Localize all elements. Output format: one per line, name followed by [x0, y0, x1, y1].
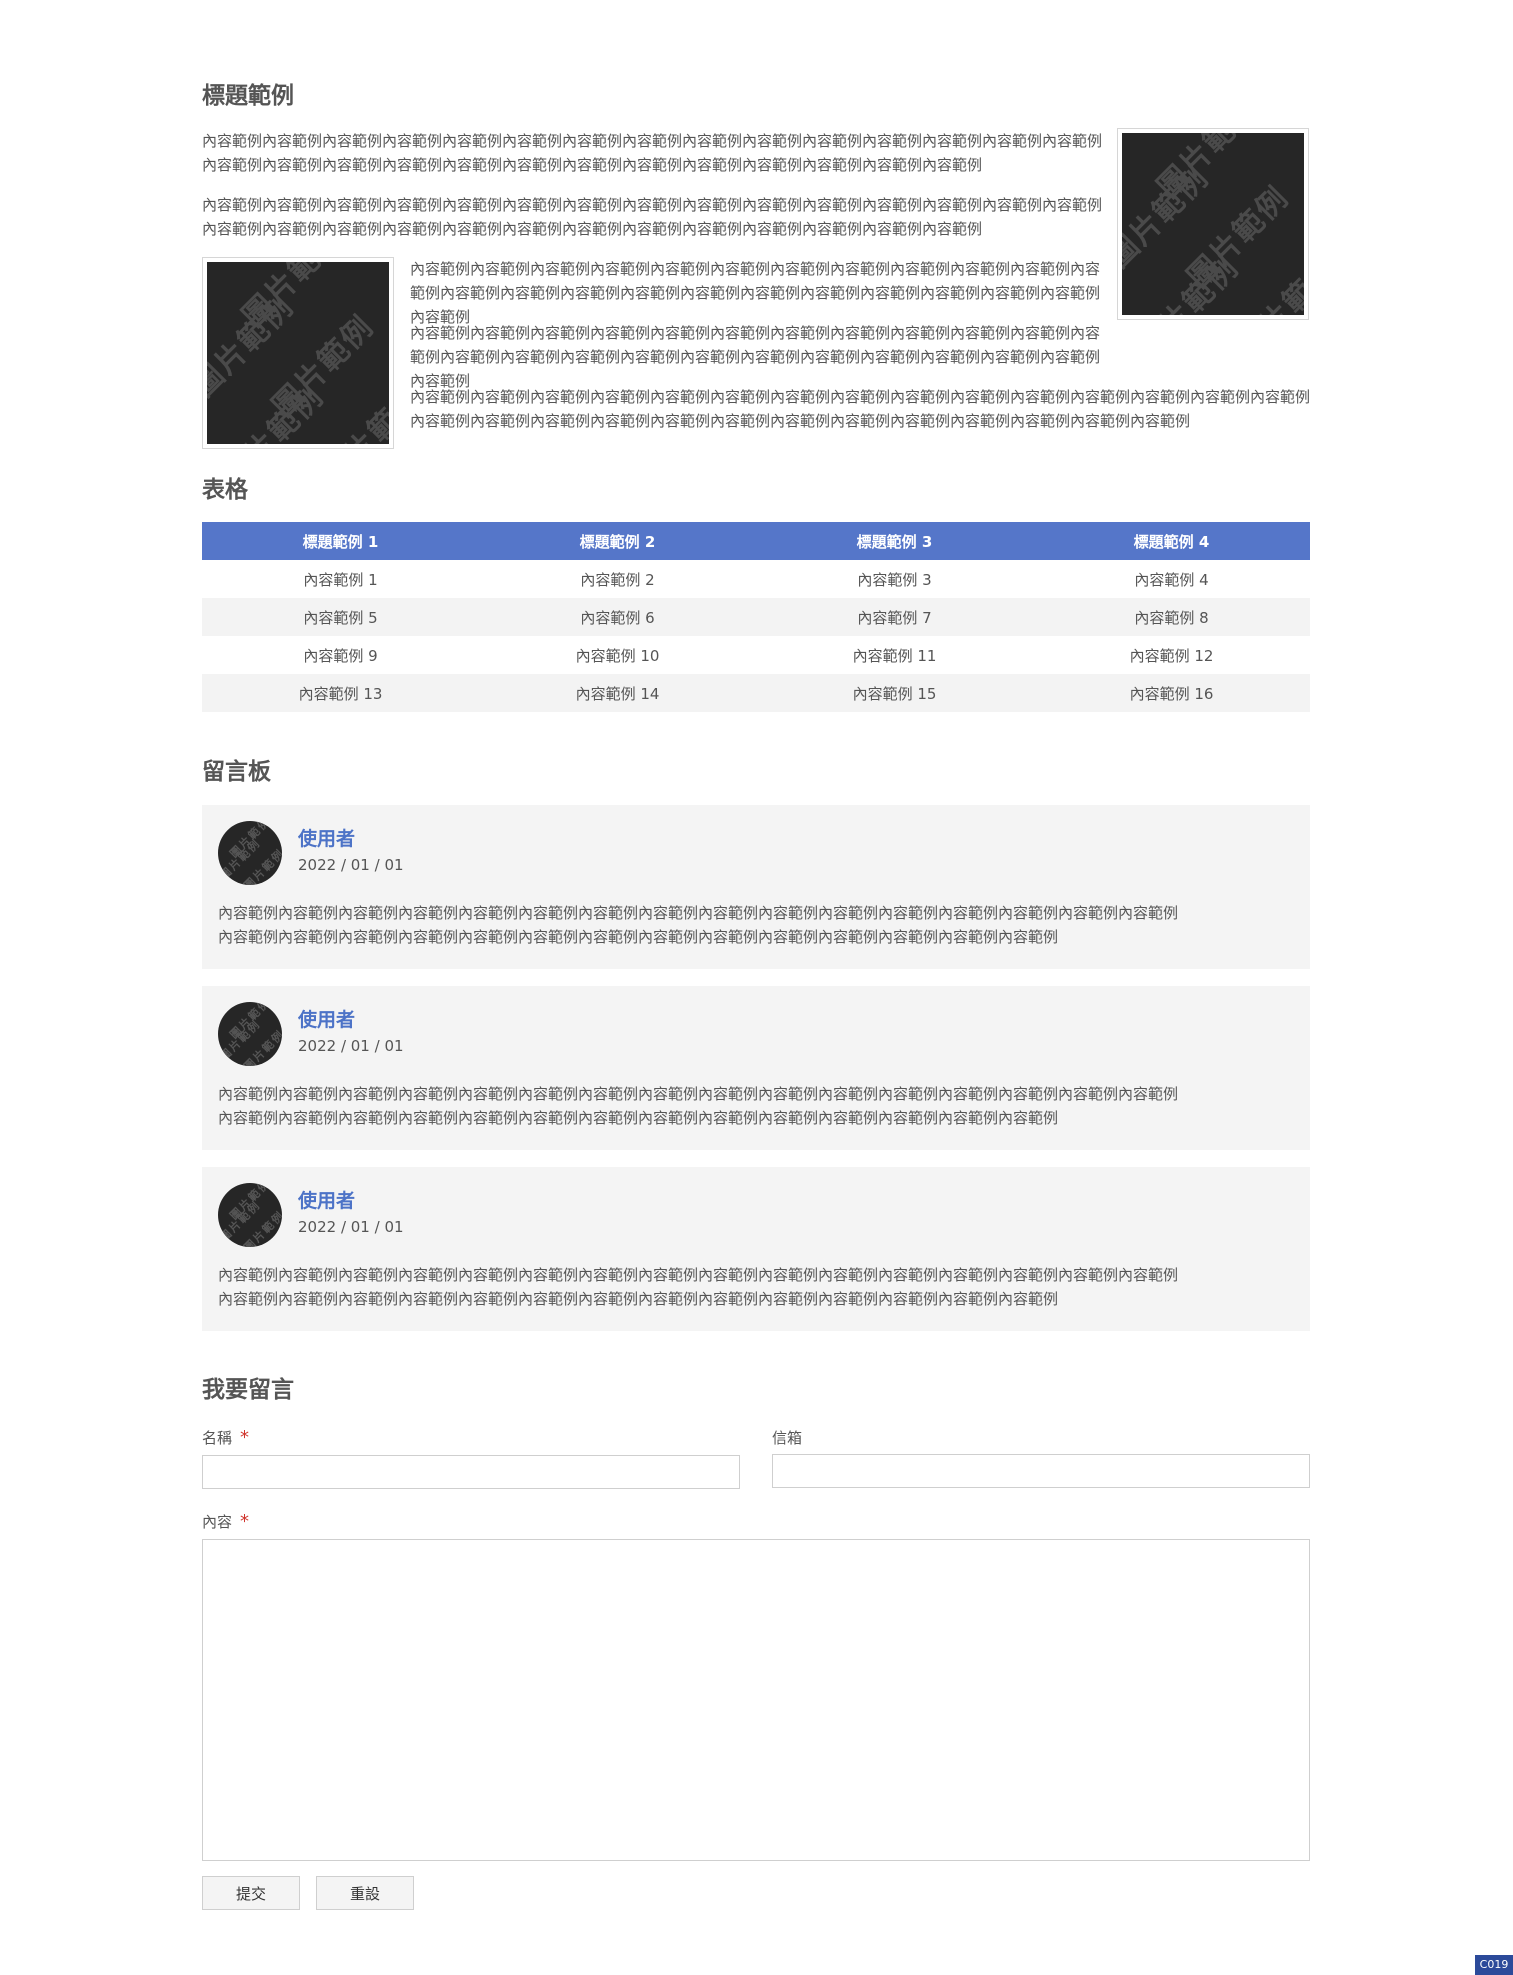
table-cell: 內容範例 9: [303, 646, 378, 665]
article-paragraph: 內容範例內容範例內容範例內容範例內容範例內容範例內容範例內容範例內容範例內容範例…: [410, 260, 1101, 326]
article-paragraph: 內容範例內容範例內容範例內容範例內容範例內容範例內容範例內容範例內容範例內容範例…: [410, 324, 1101, 390]
email-label-text: 信箱: [772, 1429, 803, 1447]
comment-date: 2022 / 01 / 01: [298, 856, 404, 874]
name-label-text: 名稱: [202, 1429, 233, 1447]
reset-button[interactable]: 重設: [316, 1876, 414, 1910]
table-cell: 內容範例 4: [1134, 570, 1209, 589]
required-mark: *: [240, 1511, 250, 1532]
submit-button[interactable]: 提交: [202, 1876, 300, 1910]
comment-text: 內容範例內容範例內容範例內容範例內容範例內容範例內容範例內容範例內容範例內容範例…: [218, 904, 1179, 946]
table-cell: 內容範例 6: [479, 598, 756, 636]
table-header-cell: 標題範例 2: [479, 522, 756, 560]
comment-text: 內容範例內容範例內容範例內容範例內容範例內容範例內容範例內容範例內容範例內容範例…: [218, 1266, 1179, 1308]
table-cell: 內容範例 15: [756, 674, 1033, 712]
table-cell: 內容範例 2: [580, 570, 655, 589]
comment-username[interactable]: 使用者: [298, 1005, 355, 1032]
table-cell: 內容範例 14: [479, 674, 756, 712]
content-textarea[interactable]: [202, 1539, 1310, 1861]
comment-card: 圖片範例 圖片範例 圖片範例 使用者 2022 / 01 / 01 內容範例內容…: [202, 986, 1310, 1150]
table-cell: 內容範例 5: [202, 598, 479, 636]
table-header-row: 標題範例 1 標題範例 2 標題範例 3 標題範例 4: [202, 522, 1310, 560]
table-row: 內容範例 13 內容範例 14 內容範例 15 內容範例 16: [202, 674, 1310, 712]
name-label: 名稱 *: [202, 1427, 249, 1448]
table-cell: 內容範例 3: [857, 570, 932, 589]
table-cell: 內容範例 10: [575, 646, 660, 665]
comment-card: 圖片範例 圖片範例 圖片範例 使用者 2022 / 01 / 01 內容範例內容…: [202, 805, 1310, 969]
image-placeholder: 圖片範例 圖片範例 圖片範例 圖片範例 圖片範例: [207, 262, 389, 444]
avatar: 圖片範例 圖片範例 圖片範例: [218, 1183, 282, 1247]
comment-date: 2022 / 01 / 01: [298, 1037, 404, 1055]
table-header-cell: 標題範例 1: [202, 522, 479, 560]
form-title: 我要留言: [202, 1377, 294, 1403]
table-row: 內容範例 5 內容範例 6 內容範例 7 內容範例 8: [202, 598, 1310, 636]
comment-date: 2022 / 01 / 01: [298, 1218, 404, 1236]
data-table: 標題範例 1 標題範例 2 標題範例 3 標題範例 4 內容範例 1 內容範例 …: [202, 522, 1310, 712]
comment-card: 圖片範例 圖片範例 圖片範例 使用者 2022 / 01 / 01 內容範例內容…: [202, 1167, 1310, 1331]
comment-username[interactable]: 使用者: [298, 1186, 355, 1213]
avatar: 圖片範例 圖片範例 圖片範例: [218, 821, 282, 885]
table-cell: 內容範例 16: [1033, 674, 1310, 712]
table-cell: 內容範例 8: [1033, 598, 1310, 636]
article-paragraph: 內容範例內容範例內容範例內容範例內容範例內容範例內容範例內容範例內容範例內容範例…: [202, 196, 1103, 238]
table-cell: 內容範例 1: [303, 570, 378, 589]
table-row: 內容範例 1 內容範例 2 內容範例 3 內容範例 4: [202, 560, 1310, 598]
table-row: 內容範例 9 內容範例 10 內容範例 11 內容範例 12: [202, 636, 1310, 674]
email-label: 信箱: [772, 1427, 802, 1448]
article-title: 標題範例: [202, 83, 294, 109]
required-mark: *: [240, 1427, 250, 1448]
article-image-right: 圖片範例 圖片範例 圖片範例 圖片範例 圖片範例: [1117, 128, 1309, 320]
comment-username[interactable]: 使用者: [298, 824, 355, 851]
table-title: 表格: [202, 477, 248, 503]
table-cell: 內容範例 12: [1129, 646, 1214, 665]
table-cell: 內容範例 11: [852, 646, 937, 665]
article-paragraph: 內容範例內容範例內容範例內容範例內容範例內容範例內容範例內容範例內容範例內容範例…: [202, 132, 1103, 174]
image-placeholder: 圖片範例 圖片範例 圖片範例 圖片範例 圖片範例: [1122, 133, 1304, 315]
table-cell: 內容範例 7: [756, 598, 1033, 636]
avatar: 圖片範例 圖片範例 圖片範例: [218, 1002, 282, 1066]
table-header-cell: 標題範例 3: [756, 522, 1033, 560]
article-paragraph: 內容範例內容範例內容範例內容範例內容範例內容範例內容範例內容範例內容範例內容範例…: [410, 388, 1311, 430]
name-input[interactable]: [202, 1455, 740, 1489]
table-header-cell: 標題範例 4: [1033, 522, 1310, 560]
board-title: 留言板: [202, 759, 271, 785]
page-code-badge: C019: [1475, 1955, 1513, 1975]
content-label-text: 內容: [202, 1513, 233, 1531]
comment-text: 內容範例內容範例內容範例內容範例內容範例內容範例內容範例內容範例內容範例內容範例…: [218, 1085, 1179, 1127]
email-input[interactable]: [772, 1454, 1310, 1488]
article-image-left: 圖片範例 圖片範例 圖片範例 圖片範例 圖片範例: [202, 257, 394, 449]
table-cell: 內容範例 13: [202, 674, 479, 712]
content-label: 內容 *: [202, 1511, 249, 1532]
